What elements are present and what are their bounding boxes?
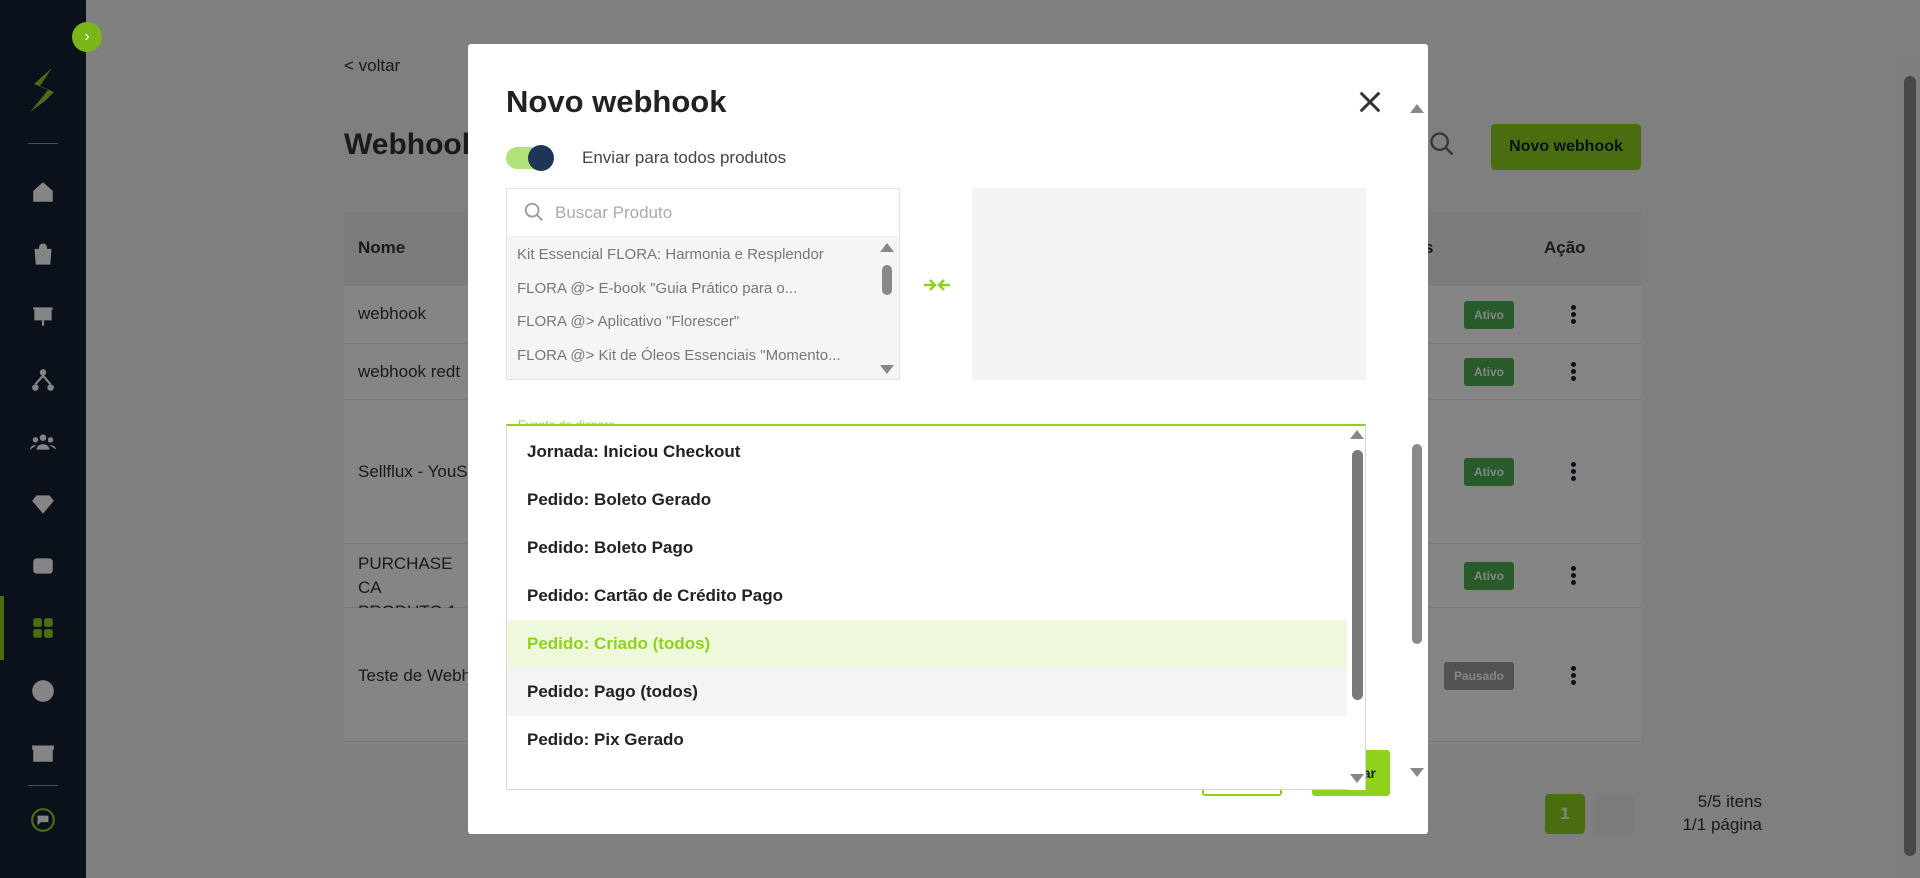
all-products-toggle[interactable] <box>506 145 554 171</box>
dropdown-scroll-up-icon[interactable] <box>1350 430 1364 439</box>
event-option[interactable]: Pedido: Pix Gerado <box>507 716 1347 764</box>
event-dropdown: Jornada: Iniciou Checkout Pedido: Boleto… <box>506 424 1366 790</box>
event-option[interactable]: Jornada: Iniciou Checkout <box>507 428 1347 476</box>
event-option[interactable]: Pedido: Pago (todos) <box>507 668 1347 716</box>
close-icon[interactable] <box>1356 88 1384 116</box>
product-scrollbar-thumb[interactable] <box>882 265 892 295</box>
product-scroll-down-icon[interactable] <box>880 365 894 374</box>
new-webhook-modal: Novo webhook Enviar para todos produtos … <box>468 44 1428 834</box>
selected-products-box <box>972 188 1366 380</box>
modal-scrollbar[interactable] <box>1408 104 1426 777</box>
product-list: Buscar Produto Kit Essencial FLORA: Harm… <box>506 188 900 380</box>
event-option[interactable]: Pedido: Boleto Gerado <box>507 476 1347 524</box>
sidebar-toggle-button[interactable]: › <box>72 22 102 52</box>
product-search[interactable]: Buscar Produto <box>507 189 899 237</box>
transfer-icon[interactable] <box>922 270 952 300</box>
modal-scroll-up-icon[interactable] <box>1410 104 1424 113</box>
product-scroll-up-icon[interactable] <box>880 243 894 252</box>
product-search-placeholder: Buscar Produto <box>555 203 673 222</box>
all-products-toggle-label: Enviar para todos produtos <box>582 148 787 167</box>
product-item[interactable]: FLORA @> Aplicativo "Florescer" <box>517 313 847 330</box>
modal-title: Novo webhook <box>506 84 727 119</box>
product-item[interactable]: Kit Essencial FLORA: Harmonia e Resplend… <box>517 246 847 263</box>
product-item[interactable]: FLORA @> E-book "Guia Prático para o... <box>517 280 847 297</box>
dropdown-scroll-down-icon[interactable] <box>1350 774 1364 783</box>
search-icon <box>524 202 543 221</box>
event-option[interactable]: Pedido: Cartão de Crédito Pago <box>507 572 1347 620</box>
event-option-selected[interactable]: Pedido: Criado (todos) <box>507 620 1347 668</box>
modal-scroll-down-icon[interactable] <box>1410 768 1424 777</box>
event-option[interactable]: Pedido: Boleto Pago <box>507 524 1347 572</box>
event-dropdown-scrollbar[interactable] <box>1349 426 1365 790</box>
product-item[interactable]: FLORA @> Kit de Óleos Essenciais "Moment… <box>517 347 847 364</box>
